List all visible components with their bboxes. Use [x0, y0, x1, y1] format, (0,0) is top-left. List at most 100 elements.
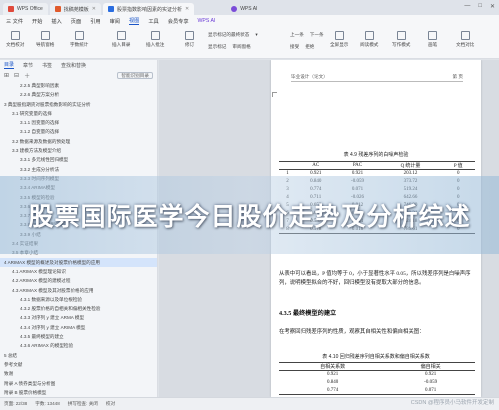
word-count-button[interactable]: 字数统计 — [70, 31, 88, 48]
page-corner-mark — [272, 92, 277, 97]
csdn-watermark: CSDN @程序员小马软件开发定制 — [410, 400, 494, 406]
page-indicator[interactable]: 页面: 22/38 — [4, 401, 27, 407]
write-mode-button[interactable]: 写作模式 — [392, 31, 410, 48]
expand-icon[interactable]: ⊞ — [4, 72, 9, 79]
button-label: 字数统计 — [70, 42, 89, 47]
maximize-icon[interactable]: □ — [478, 3, 482, 10]
toc-item[interactable]: 2.2.6 典型方案分析 — [0, 90, 157, 99]
smart-toc-button[interactable]: 智能识别目录 — [117, 72, 153, 79]
toc-item[interactable]: 附录 A 债券类型与分析图 — [0, 379, 157, 388]
reject-button[interactable]: 拒绝 — [305, 44, 314, 50]
word-count[interactable]: 字数: 13448 — [35, 401, 60, 407]
tab-wps-office[interactable]: WPS Office — [3, 3, 48, 15]
toc-item[interactable]: 4.3.4 对序列 y 建立 ARIMA 模型 — [0, 323, 157, 332]
chevron-down-icon: ▾ — [255, 32, 258, 37]
review-pane-button[interactable]: 审阅窗格 — [232, 44, 250, 50]
toc-item[interactable]: 4.2 ARIMAX 模型的建模过程 — [0, 276, 157, 285]
read-mode-button[interactable]: 阅读模式 — [360, 31, 378, 48]
spell-check[interactable]: 拼写检查: 关闭 — [68, 401, 98, 407]
previous-change-button[interactable]: 上一条 — [290, 32, 304, 38]
pen-button[interactable]: 画笔 — [428, 31, 437, 48]
menu-view[interactable]: 视图 — [128, 17, 140, 25]
tab-label: WPS AI — [240, 6, 258, 12]
menu-wps-ai[interactable]: WPS AI — [198, 18, 216, 24]
menu-member[interactable]: 会员专享 — [168, 18, 189, 25]
tab-wps-ai[interactable]: WPS AI — [226, 3, 262, 15]
toc-item[interactable]: 参考文献 — [0, 360, 157, 369]
fullscreen-button[interactable]: 全屏显示 — [330, 31, 348, 48]
toc-item[interactable]: 3.1 研究变量的选择 — [0, 109, 157, 118]
toc-tools: ⊞ ⊟ ＋ 智能识别目录 — [0, 70, 157, 81]
next-change-button[interactable]: 下一条 — [310, 32, 324, 38]
toc-item[interactable]: 4.3.2 股票价格的自相关和偏相关性检验 — [0, 304, 157, 313]
page-header: 毕业设计（论文） 第 页 — [291, 74, 463, 82]
toc-item[interactable]: 3.1.1 因变量的选择 — [0, 118, 157, 127]
tab-template[interactable]: 找稿苑模板 ✕ — [49, 3, 101, 15]
toc-item[interactable]: 4.3.5 最终模型的建立 — [0, 332, 157, 341]
table-cell: 0.921 — [326, 372, 339, 378]
track-changes-button[interactable]: 修订 — [185, 31, 194, 48]
column-header: 自相关系数 — [320, 365, 346, 370]
menu-review[interactable]: 审阅 — [110, 18, 120, 25]
markup-dropdown[interactable]: 显示标记的最终状态 ▾ — [208, 32, 258, 38]
button-label: 文档对比 — [456, 42, 475, 47]
menu-page[interactable]: 页面 — [71, 18, 81, 25]
toc-item[interactable]: 3.3 建模方法及模型介绍 — [0, 146, 157, 155]
toc-item[interactable]: 4 ARIMAX 模型的概述及对股票价格模型的应用 — [0, 257, 157, 267]
minimize-icon[interactable]: — — [464, 3, 470, 10]
tab-label: 找稿苑模板 — [63, 6, 89, 13]
compare-button[interactable]: 文档对比 — [456, 31, 474, 48]
table-cell: -0.059 — [424, 380, 438, 385]
toc-item[interactable]: 4.3.1 数据来源以及单位根检验 — [0, 295, 157, 304]
review-row: 显示标记 审阅窗格 — [208, 44, 251, 50]
toc-item[interactable]: 4.3 ARIMAX 模型及其对股票价格的应用 — [0, 286, 157, 295]
tab-bookmarks[interactable]: 书签 — [42, 62, 52, 69]
toc-item[interactable]: 4.1 ARIMAX 模型理论知识 — [0, 267, 157, 276]
toc-item[interactable]: 4.3.6 ARIMAX 的模型检验 — [0, 341, 157, 350]
proofread-status[interactable]: 校对 — [106, 401, 115, 407]
nav-pane-button[interactable]: 导航窗格 — [36, 31, 54, 48]
toc-item[interactable]: 3 典型股指期货对股票指数影响的实证分析 — [0, 100, 157, 109]
paragraph: 从表中可以看出，P 值均等于 0，小于显著性水平 0.05，所以残差序列是白噪声… — [279, 271, 471, 286]
toc-item[interactable]: 3.3.2 主成分分析法 — [0, 165, 157, 174]
tab-document[interactable]: 股票指数影响因素的实证分析 ✕ — [102, 3, 195, 15]
close-tab-icon[interactable]: ✕ — [92, 6, 96, 12]
collapse-icon[interactable]: ⊟ — [14, 72, 19, 79]
insert-comment-button[interactable]: 插入批注 — [146, 31, 164, 48]
markup-state: 显示标记的最终状态 — [208, 32, 250, 37]
tab-label: WPS Office — [17, 6, 43, 12]
tab-find-replace[interactable]: 查找和替换 — [61, 62, 86, 69]
section-heading: 4.3.5 最终模型的建立 — [279, 310, 337, 317]
proofread-button[interactable]: 文档校对 — [6, 31, 24, 48]
menu-file[interactable]: 三 文件 — [6, 18, 23, 25]
tab-label: 股票指数影响因素的实证分析 — [116, 6, 182, 13]
button-label: 写作模式 — [392, 42, 411, 47]
tab-chapters[interactable]: 章节 — [23, 62, 33, 69]
menu-home[interactable]: 开始 — [32, 18, 42, 25]
toc-item[interactable]: 致谢 — [0, 369, 157, 378]
toc-item[interactable]: 4.3.3 对序列 y 建立 ARMA 模型 — [0, 313, 157, 322]
nav-tabs: 目录 章节 书签 查找和替换 — [0, 60, 157, 70]
toc-item[interactable]: 3.1.2 自变量的选择 — [0, 127, 157, 136]
menu-references[interactable]: 引用 — [90, 18, 100, 25]
button-label: 导航窗格 — [36, 42, 55, 47]
show-markup-button[interactable]: 显示标记 — [208, 44, 226, 50]
tab-toc[interactable]: 目录 — [4, 61, 15, 69]
close-tab-icon[interactable]: ✕ — [185, 6, 189, 12]
accept-button[interactable]: 接受 — [290, 44, 299, 50]
insert-toc-button[interactable]: 插入目录 — [112, 31, 130, 48]
menu-tools[interactable]: 工具 — [148, 18, 158, 25]
toc-item[interactable]: 5 总结 — [0, 351, 157, 360]
toc-item[interactable]: 3.3.1 多元线性回归模型 — [0, 155, 157, 164]
add-icon[interactable]: ＋ — [24, 71, 30, 80]
comment-icon — [150, 31, 160, 40]
nav-pane-icon — [40, 31, 50, 40]
toc-item[interactable]: 2.2.5 典型影响因素 — [0, 81, 157, 90]
smart-toc-label: 智能识别目录 — [121, 72, 149, 78]
document-icon — [107, 6, 114, 12]
menu-insert[interactable]: 插入 — [51, 18, 61, 25]
ribbon-toolbar: 文档校对 导航窗格 字数统计 插入目录 插入批注 显示标记的最终状态 ▾ 显示标记… — [0, 27, 499, 59]
close-window-icon[interactable]: ✕ — [490, 3, 495, 10]
toc-item[interactable]: 附录 B 股票价格模型 — [0, 388, 157, 397]
toc-item[interactable]: 3.2 数据来源及数据的预处理 — [0, 137, 157, 146]
